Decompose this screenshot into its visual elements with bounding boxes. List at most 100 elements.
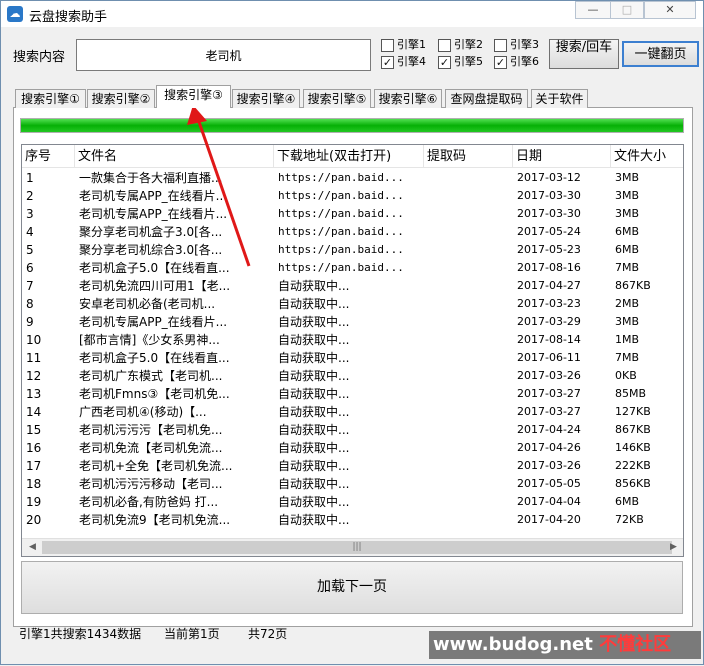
table-row[interactable]: 9 老司机专属APP_在线看片... 自动获取中... 2017-03-29 3MB xyxy=(22,313,683,331)
table-row[interactable]: 1 一款集合于各大福利直播... https://pan.baid... 2017-0… xyxy=(22,169,683,187)
search-input[interactable] xyxy=(76,39,371,71)
column-header-url[interactable]: 下载地址(双击打开) xyxy=(274,145,424,168)
column-header-filename[interactable]: 文件名 xyxy=(75,145,274,168)
table-row[interactable]: 2 老司机专属APP_在线看片... https://pan.baid... 2017… xyxy=(22,187,683,205)
column-header-code[interactable]: 提取码 xyxy=(424,145,513,168)
cell-url[interactable]: 自动获取中... xyxy=(274,313,424,331)
cell-url[interactable]: 自动获取中... xyxy=(274,331,424,349)
tab-extract-code[interactable]: 查网盘提取码 xyxy=(445,89,528,108)
cell-filename: 老司机免流【老司机免流... xyxy=(79,441,223,455)
title-bar[interactable]: ☁ 云盘搜索助手 — □ ✕ xyxy=(1,1,703,27)
tab-engine-2[interactable]: 搜索引擎② xyxy=(87,89,155,108)
table-row[interactable]: 3 老司机专属APP_在线看片... https://pan.baid... 2017… xyxy=(22,205,683,223)
cell-date: 2017-03-30 xyxy=(517,207,581,220)
cell-url[interactable]: 自动获取中... xyxy=(274,493,424,511)
table-row[interactable]: 15 老司机污污污【老司机免... 自动获取中... 2017-04-24 867KB xyxy=(22,421,683,439)
load-next-page-button[interactable]: 加载下一页 xyxy=(21,561,683,614)
watermark-url: www.budog.net xyxy=(433,634,593,655)
cell-url[interactable]: 自动获取中... xyxy=(274,439,424,457)
cell-date: 2017-03-12 xyxy=(517,171,581,184)
cell-index: 7 xyxy=(26,279,34,293)
cell-index: 8 xyxy=(26,297,34,311)
engine-1-checkbox[interactable] xyxy=(381,39,394,52)
cell-url[interactable]: https://pan.baid... xyxy=(274,241,424,259)
cell-url[interactable]: 自动获取中... xyxy=(274,295,424,313)
engine-6-checkbox[interactable]: ✓ xyxy=(494,56,507,69)
engine-6-label: 引擎6 xyxy=(510,56,539,67)
cell-filename: 老司机必备,有防爸妈 打... xyxy=(79,495,219,509)
cell-code xyxy=(424,349,513,367)
cell-index: 6 xyxy=(26,261,34,275)
table-row[interactable]: 12 老司机广东模式【老司机... 自动获取中... 2017-03-26 0KB xyxy=(22,367,683,385)
cell-url[interactable]: https://pan.baid... xyxy=(274,259,424,277)
search-button[interactable]: 搜索/回车 xyxy=(549,39,619,69)
column-header-index[interactable]: 序号 xyxy=(22,145,75,168)
cell-index: 13 xyxy=(26,387,42,401)
cell-url[interactable]: 自动获取中... xyxy=(274,349,424,367)
engine-3-checkbox[interactable] xyxy=(494,39,507,52)
status-current-page: 当前第1页 xyxy=(164,627,220,641)
scroll-left-arrow-icon[interactable]: ◀ xyxy=(24,539,41,556)
tab-engine-5[interactable]: 搜索引擎⑤ xyxy=(303,89,371,108)
engine-2-checkbox[interactable] xyxy=(438,39,451,52)
cell-url[interactable]: 自动获取中... xyxy=(274,511,424,529)
cell-index: 17 xyxy=(26,459,42,473)
table-row[interactable]: 20 老司机免流9【老司机免流... 自动获取中... 2017-04-20 72KB xyxy=(22,511,683,529)
table-row[interactable]: 19 老司机必备,有防爸妈 打... 自动获取中... 2017-04-04 6MB xyxy=(22,493,683,511)
cell-index: 2 xyxy=(26,189,34,203)
table-row[interactable]: 8 安卓老司机必备(老司机... 自动获取中... 2017-03-23 2MB xyxy=(22,295,683,313)
cell-index: 9 xyxy=(26,315,34,329)
tab-about[interactable]: 关于软件 xyxy=(531,89,588,108)
cell-filename: 聚分享老司机盒子3.0[各... xyxy=(79,225,223,239)
table-row[interactable]: 11 老司机盒子5.0【在线看直... 自动获取中... 2017-06-11 7MB xyxy=(22,349,683,367)
table-row[interactable]: 5 聚分享老司机综合3.0[各... https://pan.baid... 2017… xyxy=(22,241,683,259)
minimize-button[interactable]: — xyxy=(575,1,611,19)
table-row[interactable]: 10 [都市言情]《少女系男神... 自动获取中... 2017-08-14 1MB xyxy=(22,331,683,349)
horizontal-scrollbar[interactable]: ◀ ||| ▶ xyxy=(22,538,683,556)
tab-engine-6[interactable]: 搜索引擎⑥ xyxy=(374,89,442,108)
cell-url[interactable]: 自动获取中... xyxy=(274,277,424,295)
table-row[interactable]: 13 老司机Fmns③【老司机免... 自动获取中... 2017-03-27 85MB xyxy=(22,385,683,403)
cell-code xyxy=(424,385,513,403)
cell-index: 4 xyxy=(26,225,34,239)
flip-all-pages-button[interactable]: 一键翻页 xyxy=(622,41,699,67)
cell-index: 11 xyxy=(26,351,42,365)
close-button[interactable]: ✕ xyxy=(644,1,696,19)
column-header-date[interactable]: 日期 xyxy=(513,145,611,168)
cell-index: 5 xyxy=(26,243,34,257)
cell-filename: 广西老司机④(移动)【... xyxy=(79,405,207,419)
cell-url[interactable]: https://pan.baid... xyxy=(274,205,424,223)
cell-url[interactable]: https://pan.baid... xyxy=(274,169,424,187)
cell-url[interactable]: 自动获取中... xyxy=(274,385,424,403)
maximize-button[interactable]: □ xyxy=(610,1,644,19)
engine-5-checkbox[interactable]: ✓ xyxy=(438,56,451,69)
cell-size: 146KB xyxy=(615,441,651,454)
table-row[interactable]: 14 广西老司机④(移动)【... 自动获取中... 2017-03-27 127KB xyxy=(22,403,683,421)
table-row[interactable]: 6 老司机盒子5.0【在线看直... https://pan.baid... 2017… xyxy=(22,259,683,277)
scroll-thumb[interactable]: ||| xyxy=(42,541,672,554)
cell-url[interactable]: 自动获取中... xyxy=(274,457,424,475)
cell-url[interactable]: 自动获取中... xyxy=(274,403,424,421)
tab-engine-1[interactable]: 搜索引擎① xyxy=(15,89,86,108)
cell-filename: 老司机Fmns③【老司机免... xyxy=(79,387,230,401)
column-header-size[interactable]: 文件大小 xyxy=(611,145,683,168)
table-row[interactable]: 4 聚分享老司机盒子3.0[各... https://pan.baid... 2017… xyxy=(22,223,683,241)
cell-url[interactable]: 自动获取中... xyxy=(274,475,424,493)
table-row[interactable]: 17 老司机+全免【老司机免流... 自动获取中... 2017-03-26 222KB xyxy=(22,457,683,475)
cell-index: 12 xyxy=(26,369,42,383)
table-row[interactable]: 7 老司机免流四川可用1【老... 自动获取中... 2017-04-27 867KB xyxy=(22,277,683,295)
table-row[interactable]: 18 老司机污污污移动【老司... 自动获取中... 2017-05-05 856KB xyxy=(22,475,683,493)
cell-url[interactable]: 自动获取中... xyxy=(274,367,424,385)
tab-engine-4[interactable]: 搜索引擎④ xyxy=(232,89,300,108)
search-label: 搜索内容 xyxy=(13,50,66,65)
cell-index: 14 xyxy=(26,405,42,419)
scroll-right-arrow-icon[interactable]: ▶ xyxy=(665,539,682,556)
cell-url[interactable]: https://pan.baid... xyxy=(274,187,424,205)
engine-4-checkbox[interactable]: ✓ xyxy=(381,56,394,69)
tab-engine-3[interactable]: 搜索引擎③ xyxy=(156,85,231,108)
cell-size: 3MB xyxy=(615,207,640,220)
cell-url[interactable]: 自动获取中... xyxy=(274,421,424,439)
cell-url[interactable]: https://pan.baid... xyxy=(274,223,424,241)
cell-size: 7MB xyxy=(615,351,640,364)
table-row[interactable]: 16 老司机免流【老司机免流... 自动获取中... 2017-04-26 146KB xyxy=(22,439,683,457)
